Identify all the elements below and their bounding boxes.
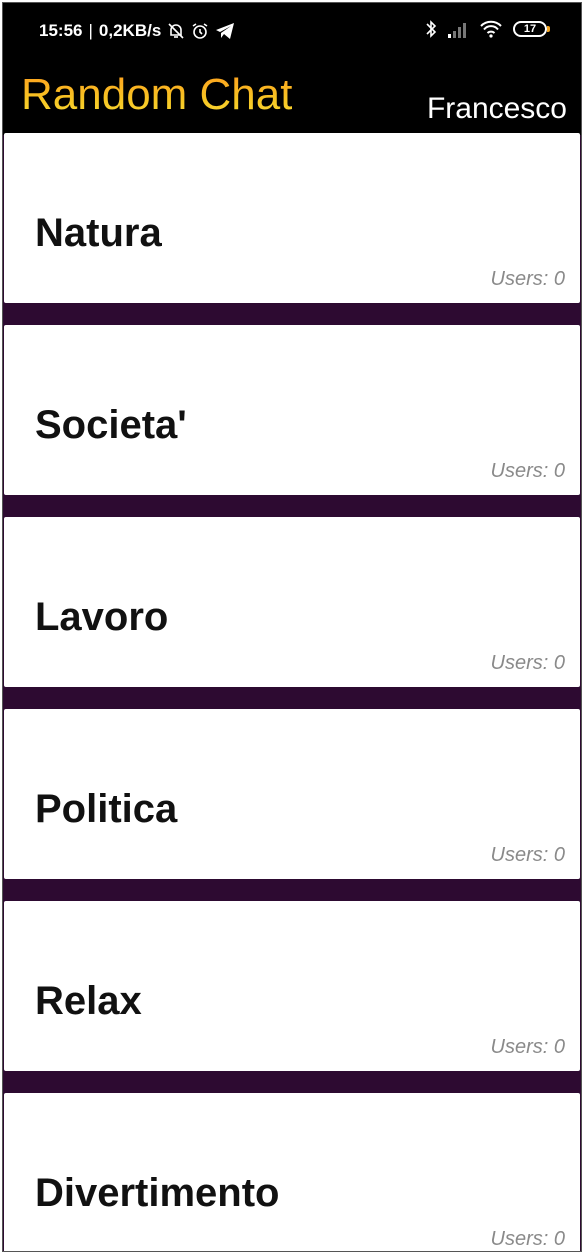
status-bar-right: 17 xyxy=(425,19,550,39)
category-title: Divertimento xyxy=(35,1171,280,1215)
category-card-relax[interactable]: Relax Users: 0 xyxy=(4,901,580,1071)
category-card-divertimento[interactable]: Divertimento Users: 0 xyxy=(4,1093,580,1251)
battery-icon: 17 xyxy=(513,21,550,37)
status-bar-left: 15:56 | 0,2KB/s xyxy=(39,21,235,41)
status-network-speed: 0,2KB/s xyxy=(98,21,162,40)
category-user-count: Users: 0 xyxy=(490,460,565,482)
category-title: Politica xyxy=(35,787,178,831)
bluetooth-icon xyxy=(425,19,437,39)
bell-muted-icon xyxy=(167,22,185,40)
app-screen: 15:56 | 0,2KB/s 17 Random Chat Francesco… xyxy=(2,2,582,1252)
status-time: 15:56 xyxy=(39,21,83,40)
signal-icon xyxy=(447,20,469,38)
category-card-politica[interactable]: Politica Users: 0 xyxy=(4,709,580,879)
status-separator: | xyxy=(88,21,93,40)
top-bar: 15:56 | 0,2KB/s 17 Random Chat Francesco xyxy=(3,3,581,135)
category-card-lavoro[interactable]: Lavoro Users: 0 xyxy=(4,517,580,687)
category-card-natura[interactable]: Natura Users: 0 xyxy=(4,133,580,303)
category-title: Natura xyxy=(35,211,162,255)
user-name: Francesco xyxy=(426,92,567,125)
category-user-count: Users: 0 xyxy=(490,652,565,674)
wifi-icon xyxy=(479,20,503,38)
category-card-societa[interactable]: Societa' Users: 0 xyxy=(4,325,580,495)
category-title: Societa' xyxy=(35,403,187,447)
category-user-count: Users: 0 xyxy=(490,844,565,866)
category-user-count: Users: 0 xyxy=(490,268,565,290)
category-user-count: Users: 0 xyxy=(490,1036,565,1058)
telegram-icon xyxy=(215,22,235,40)
category-user-count: Users: 0 xyxy=(490,1228,565,1250)
alarm-clock-icon xyxy=(191,22,209,40)
category-title: Lavoro xyxy=(35,595,169,639)
battery-level: 17 xyxy=(523,23,537,35)
category-title: Relax xyxy=(35,979,142,1023)
app-title: Random Chat xyxy=(21,70,293,119)
